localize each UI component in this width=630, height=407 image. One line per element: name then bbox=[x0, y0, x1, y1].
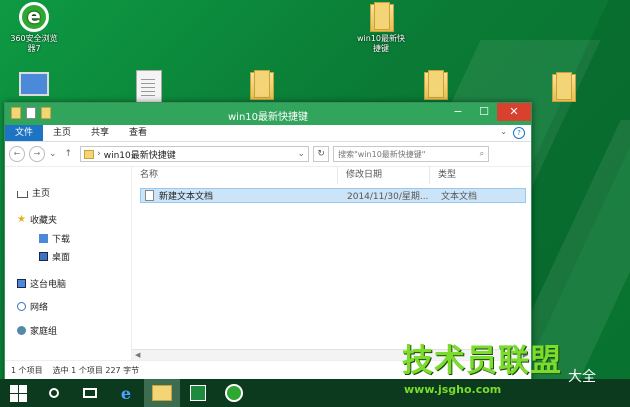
address-field[interactable]: › win10最新快捷键 ⌄ bbox=[80, 146, 310, 162]
breadcrumb[interactable]: win10最新快捷键 bbox=[104, 148, 295, 161]
search-icon[interactable]: ⌕ bbox=[480, 149, 484, 159]
taskbar-ie[interactable]: e bbox=[108, 379, 144, 407]
desktop-icon bbox=[39, 252, 48, 261]
selection-info: 选中 1 个项目 227 字节 bbox=[52, 366, 140, 375]
homegroup-icon bbox=[17, 326, 26, 335]
explorer-body: 主页 ★ 收藏夹 下载 桌面 这台电脑 网络 家庭组 名称 修改日期 类型 新建… bbox=[5, 166, 531, 360]
desktop-icon-folder[interactable] bbox=[418, 68, 452, 102]
folder-icon bbox=[420, 68, 450, 100]
tab-share[interactable]: 共享 bbox=[81, 125, 119, 141]
column-headers: 名称 修改日期 类型 bbox=[132, 166, 531, 184]
scroll-left-icon[interactable]: ◀ bbox=[135, 350, 140, 360]
back-button[interactable]: ← bbox=[9, 146, 25, 162]
file-type: 文本文档 bbox=[441, 192, 478, 202]
ribbon-expand-icon[interactable]: ⌄ bbox=[500, 127, 507, 139]
desktop-icon-folder[interactable] bbox=[546, 70, 580, 104]
folder-icon bbox=[366, 0, 396, 32]
nav-item-homegroup[interactable]: 家庭组 bbox=[17, 324, 57, 337]
file-name: 新建文本文档 bbox=[159, 192, 214, 202]
desktop-icon-this-pc[interactable] bbox=[14, 72, 54, 98]
search-box[interactable]: ⌕ bbox=[333, 146, 490, 162]
search-button[interactable] bbox=[36, 379, 72, 407]
folder-icon bbox=[548, 70, 578, 102]
browser-360-icon: e bbox=[19, 2, 49, 32]
folder-icon bbox=[152, 385, 172, 401]
nav-item-network[interactable]: 网络 bbox=[17, 300, 48, 313]
desktop-icon-label: 360安全浏览 器7 bbox=[10, 34, 58, 53]
downloads-icon bbox=[39, 234, 48, 243]
desktop-icon-document[interactable] bbox=[134, 70, 164, 106]
column-header-date[interactable]: 修改日期 bbox=[338, 166, 430, 184]
title-bar[interactable]: win10最新快捷键 − ☐ ✕ bbox=[5, 103, 531, 125]
nav-label: 家庭组 bbox=[30, 327, 58, 337]
network-icon bbox=[17, 302, 26, 311]
search-icon bbox=[49, 388, 59, 398]
ie-icon: e bbox=[120, 383, 132, 403]
task-view-button[interactable] bbox=[72, 379, 108, 407]
tab-view[interactable]: 查看 bbox=[119, 125, 157, 141]
tab-file[interactable]: 文件 bbox=[5, 125, 44, 141]
address-dropdown-icon[interactable]: ⌄ bbox=[298, 149, 306, 159]
taskbar-store[interactable] bbox=[180, 379, 216, 407]
document-icon bbox=[136, 70, 162, 104]
breadcrumb-separator: › bbox=[97, 149, 101, 159]
desktop-icon-label: win10最新快 捷键 bbox=[356, 34, 405, 53]
close-button[interactable]: ✕ bbox=[497, 103, 531, 121]
up-button[interactable]: ↑ bbox=[65, 149, 73, 159]
folder-icon bbox=[84, 149, 95, 159]
home-icon bbox=[17, 190, 28, 198]
nav-item-desktop[interactable]: 桌面 bbox=[39, 250, 70, 263]
refresh-button[interactable]: ↻ bbox=[313, 146, 330, 162]
maximize-button[interactable]: ☐ bbox=[471, 103, 497, 121]
ribbon-tabs: 文件 主页 共享 查看 ⌄ ? bbox=[5, 125, 531, 142]
forward-button[interactable]: → bbox=[29, 146, 45, 162]
item-count: 1 个项目 bbox=[11, 366, 43, 375]
nav-label: 网络 bbox=[30, 303, 49, 313]
task-view-icon bbox=[83, 388, 97, 398]
taskbar-360[interactable] bbox=[216, 379, 252, 407]
taskbar-explorer[interactable] bbox=[144, 379, 180, 407]
ribbon-help: ⌄ ? bbox=[500, 127, 525, 139]
taskbar: e bbox=[0, 379, 630, 407]
store-icon bbox=[190, 385, 206, 401]
desktop-icon-360browser[interactable]: e 360安全浏览 器7 bbox=[2, 2, 66, 54]
file-list: 名称 修改日期 类型 新建文本文档 2014/11/30/星期... 文本文档 … bbox=[132, 166, 531, 360]
nav-label: 桌面 bbox=[52, 253, 71, 263]
column-header-type[interactable]: 类型 bbox=[430, 166, 531, 184]
browser-360-icon bbox=[225, 384, 243, 402]
nav-label: 下载 bbox=[52, 235, 71, 245]
windows-logo-icon bbox=[9, 384, 27, 402]
help-icon[interactable]: ? bbox=[513, 127, 525, 139]
file-date: 2014/11/30/星期... bbox=[347, 192, 429, 202]
star-icon: ★ bbox=[17, 214, 26, 225]
nav-label: 这台电脑 bbox=[30, 280, 67, 290]
search-input[interactable] bbox=[338, 149, 480, 159]
text-file-icon bbox=[145, 190, 154, 201]
nav-item-this-pc[interactable]: 这台电脑 bbox=[17, 277, 66, 290]
watermark-url: www.jsgho.com bbox=[404, 383, 502, 396]
desktop-icon-folder[interactable]: win10最新快 捷键 bbox=[346, 0, 416, 54]
watermark-tail: 大全 bbox=[568, 369, 596, 385]
watermark-logo: 技术员联盟 bbox=[402, 343, 562, 379]
nav-item-favorites[interactable]: ★ 收藏夹 bbox=[17, 213, 57, 227]
this-pc-icon bbox=[19, 72, 49, 96]
table-row[interactable]: 新建文本文档 2014/11/30/星期... 文本文档 bbox=[140, 188, 526, 203]
address-bar-row: ← → ⌄ ↑ › win10最新快捷键 ⌄ ↻ ⌕ bbox=[5, 142, 531, 167]
folder-icon bbox=[246, 68, 276, 100]
minimize-button[interactable]: − bbox=[445, 103, 471, 121]
start-button[interactable] bbox=[0, 379, 36, 407]
nav-item-downloads[interactable]: 下载 bbox=[39, 232, 70, 245]
desktop-icon-folder[interactable] bbox=[244, 68, 278, 102]
nav-item-home[interactable]: 主页 bbox=[17, 186, 50, 199]
tab-home[interactable]: 主页 bbox=[43, 125, 81, 141]
computer-icon bbox=[17, 279, 26, 288]
nav-label: 主页 bbox=[32, 189, 51, 199]
nav-label: 收藏夹 bbox=[29, 216, 57, 226]
navigation-pane: 主页 ★ 收藏夹 下载 桌面 这台电脑 网络 家庭组 bbox=[5, 166, 132, 360]
recent-locations-button[interactable]: ⌄ bbox=[49, 149, 57, 159]
column-header-name[interactable]: 名称 bbox=[132, 166, 338, 184]
